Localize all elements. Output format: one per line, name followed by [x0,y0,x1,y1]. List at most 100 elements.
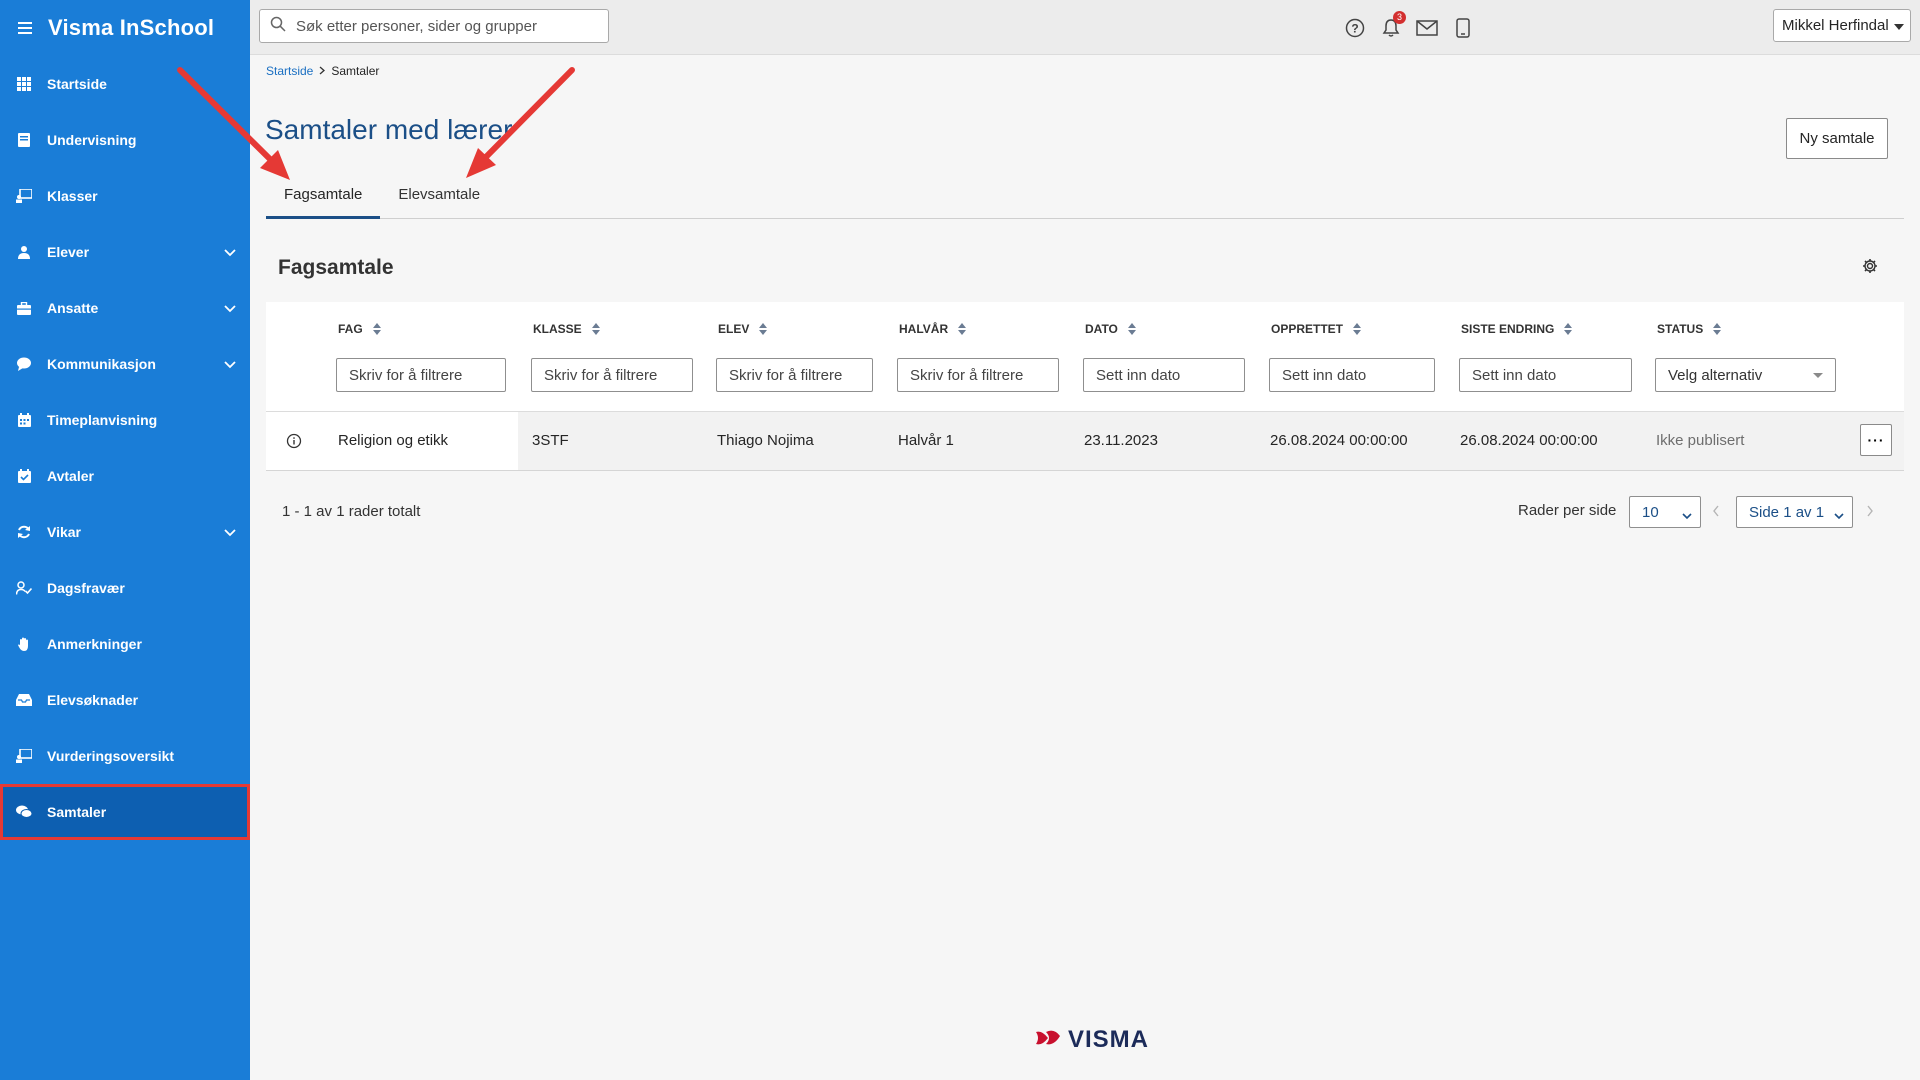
sort-icon[interactable] [372,323,381,335]
filter-field-dato[interactable] [1083,358,1245,392]
sidebar-item-vurderingsoversikt[interactable]: Vurderingsoversikt [0,728,250,784]
sort-icon[interactable] [1564,323,1573,335]
filter-field-opprettet[interactable] [1269,358,1435,392]
search-icon [270,16,286,37]
filter-input-opprettet[interactable] [1282,366,1434,384]
sidebar-item-kommunikasjon[interactable]: Kommunikasjon [0,336,250,392]
table-cell: Religion og etikk [338,432,449,449]
sidebar-item-timeplanvisning[interactable]: Timeplanvisning [0,392,250,448]
sidebar-item-avtaler[interactable]: Avtaler [0,448,250,504]
visma-logo-text: VISMA [1068,1026,1150,1053]
sidebar-item-elevsoknader[interactable]: Elevsøknader [0,672,250,728]
help-icon[interactable]: ? [1344,17,1366,39]
rows-per-page-select[interactable]: 10 [1629,496,1701,528]
column-header-dato[interactable]: DATO [1085,322,1136,336]
notification-bell-icon[interactable]: 3 [1380,10,1406,39]
table-cell: 26.08.2024 00:00:00 [1270,432,1408,449]
column-header-elev[interactable]: ELEV [718,322,768,336]
breadcrumb-home-link[interactable]: Startside [266,64,313,78]
annotation-arrowhead-tab2 [466,148,496,178]
sort-icon[interactable] [591,323,600,335]
sidebar-item-klasser[interactable]: Klasser [0,168,250,224]
filter-select-value: Velg alternativ [1668,366,1763,384]
tab-elevsamtale[interactable]: Elevsamtale [380,179,498,219]
filter-input-siste-endring[interactable] [1472,366,1631,384]
page-select[interactable]: Side 1 av 1 [1736,496,1853,528]
filter-field-siste-endring[interactable] [1459,358,1632,392]
person-check-icon [16,580,32,596]
top-icons: ? 3 [1344,0,1474,55]
filter-input-dato[interactable] [1096,366,1244,384]
filter-field-fag[interactable] [336,358,506,392]
tabs: Fagsamtale Elevsamtale [266,179,1904,219]
filter-field-klasse[interactable] [531,358,693,392]
caret-down-icon [1894,24,1904,30]
hand-icon [16,636,32,652]
sidebar-item-vikar[interactable]: Vikar [0,504,250,560]
column-header-label: KLASSE [533,322,582,336]
rows-per-page-label: Rader per side [1518,502,1617,519]
sidebar-item-elever[interactable]: Elever [0,224,250,280]
info-icon[interactable] [286,433,302,454]
sidebar-item-anmerkninger[interactable]: Anmerkninger [0,616,250,672]
chevron-down-icon[interactable] [224,524,236,540]
column-header-halvar[interactable]: HALVÅR [899,322,967,336]
table-cell: Ikke publisert [1656,432,1745,449]
rows-per-page-value: 10 [1642,503,1659,521]
chevron-down-icon[interactable] [224,244,236,260]
column-header-klasse[interactable]: KLASSE [533,322,600,336]
app-title[interactable]: Visma InSchool [48,15,214,41]
user-name: Mikkel Herfindal [1782,17,1889,34]
grid-icon [16,76,32,92]
column-header-siste-endring[interactable]: SISTE ENDRING [1461,322,1573,336]
hamburger-menu-icon[interactable] [18,18,32,39]
filter-input-klasse[interactable] [544,366,692,384]
user-menu-button[interactable]: Mikkel Herfindal [1773,9,1911,42]
filter-input-fag[interactable] [349,366,505,384]
topbar: ? 3 Mikkel Herfindal [250,0,1920,55]
sidebar-item-samtaler[interactable]: Samtaler [0,784,250,840]
sidebar-item-label: Elevsøknader [47,692,139,708]
calendar-icon [16,412,32,428]
inbox-icon [16,692,32,708]
chevron-down-icon[interactable] [224,300,236,316]
caret-down-icon [1813,373,1823,378]
filter-field-elev[interactable] [716,358,873,392]
chevron-down-icon[interactable] [224,356,236,372]
sort-icon[interactable] [958,323,967,335]
sort-icon[interactable] [1713,323,1722,335]
more-actions-button[interactable]: ··· [1860,424,1892,456]
sidebar-item-dagsfravaer[interactable]: Dagsfravær [0,560,250,616]
filter-select-status[interactable]: Velg alternativ [1655,358,1836,392]
filter-field-halvar[interactable] [897,358,1059,392]
tab-fagsamtale[interactable]: Fagsamtale [266,179,381,219]
new-conversation-button[interactable]: Ny samtale [1786,118,1888,159]
refresh-icon [16,524,32,540]
sidebar-item-label: Elever [47,244,90,260]
chat-bubble-icon [16,356,32,372]
column-header-opprettet[interactable]: OPPRETTET [1271,322,1362,336]
search-box[interactable] [259,9,609,43]
mail-icon[interactable] [1416,17,1438,39]
filter-input-elev[interactable] [729,366,872,384]
sidebar-item-undervisning[interactable]: Undervisning [0,112,250,168]
search-input[interactable] [296,17,596,35]
briefcase-icon [16,300,32,316]
table-cell: 26.08.2024 00:00:00 [1460,432,1598,449]
sort-icon[interactable] [759,323,768,335]
sidebar-item-startside[interactable]: Startside [0,56,250,112]
column-header-status[interactable]: STATUS [1657,322,1722,336]
table-row[interactable]: ··· Religion og etikk 3STF Thiago Nojima Ha… [266,412,1904,471]
table-cell: Thiago Nojima [717,432,814,449]
sort-icon[interactable] [1127,323,1136,335]
next-page-icon[interactable] [1866,504,1874,520]
annotation-arrowhead-tab1 [260,150,290,180]
gear-icon[interactable] [1862,258,1878,279]
column-header-fag[interactable]: FAG [338,322,381,336]
sidebar-item-ansatte[interactable]: Ansatte [0,280,250,336]
filter-input-halvar[interactable] [910,366,1058,384]
sidebar-item-label: Ansatte [47,300,99,316]
prev-page-icon[interactable] [1712,504,1720,520]
mobile-icon[interactable] [1452,17,1474,39]
sort-icon[interactable] [1353,323,1362,335]
